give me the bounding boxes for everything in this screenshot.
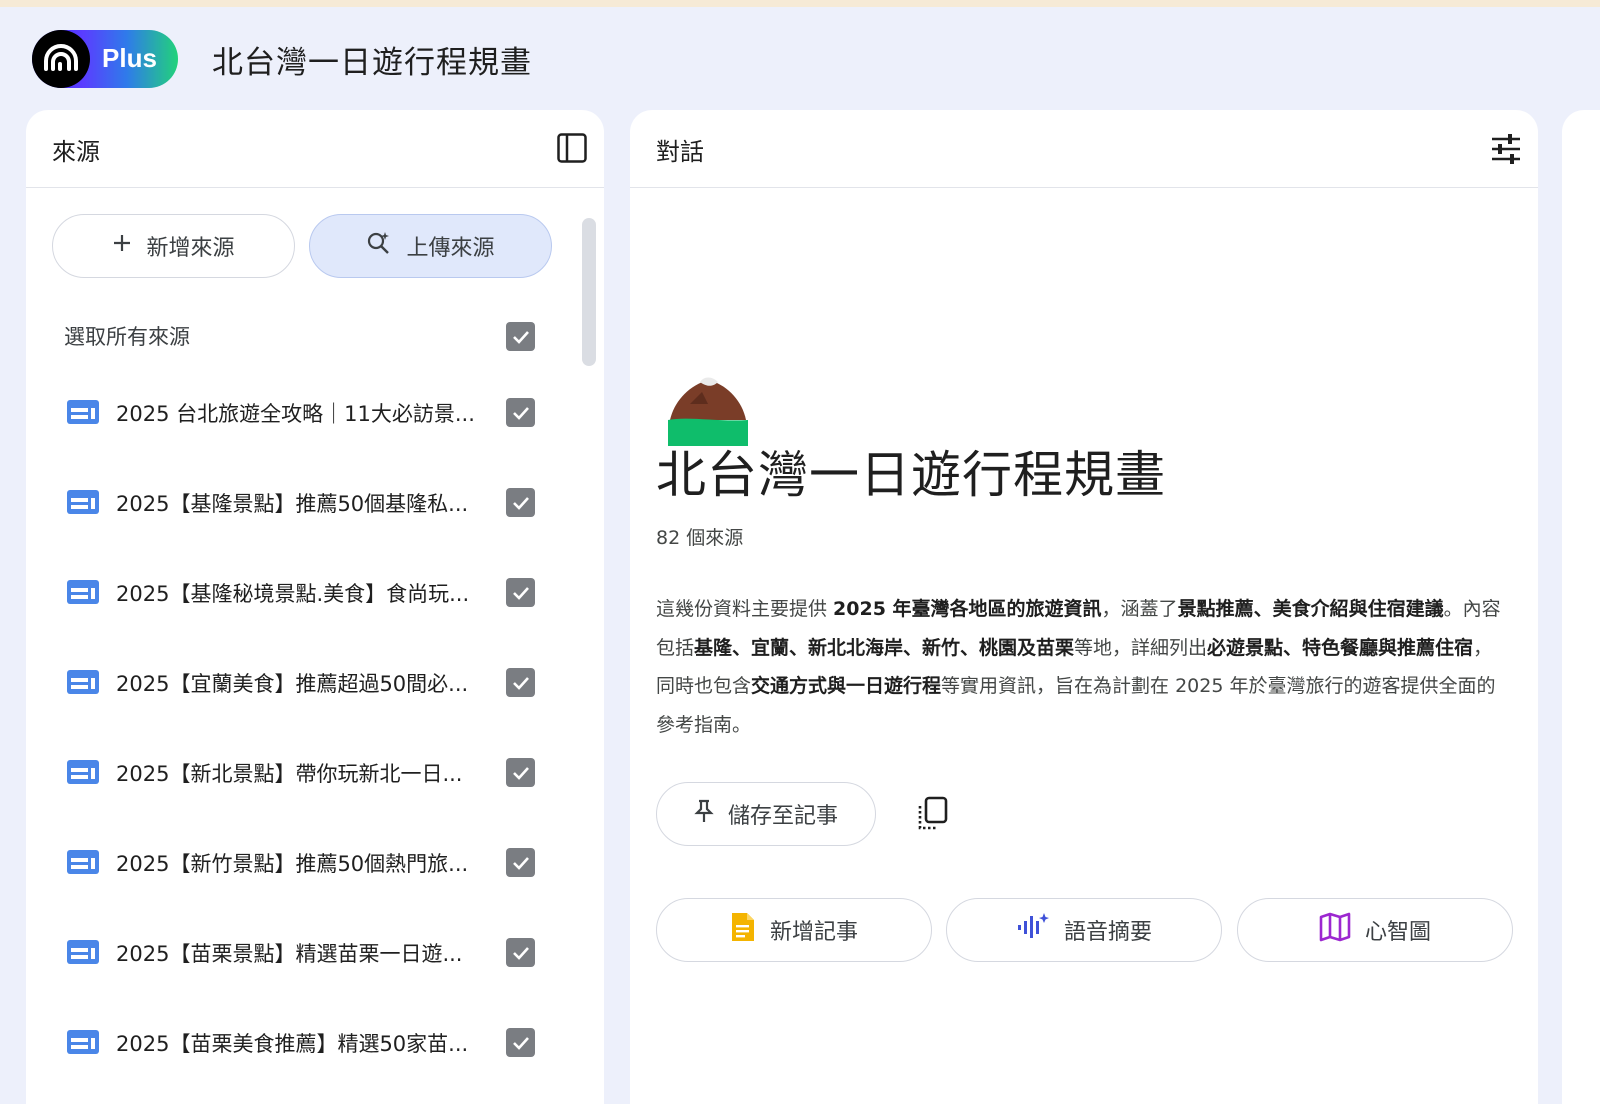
source-count: 82 個來源 xyxy=(656,527,744,549)
source-item[interactable]: 2025【新竹景點】推薦50個熱門旅... xyxy=(26,836,578,892)
source-item-label: 2025【新北景點】帶你玩新北一日... xyxy=(116,762,463,786)
chat-panel-title: 對話 xyxy=(656,138,704,166)
summary-bold-text: 景點推薦、美食介紹與住宿建議 xyxy=(1177,598,1444,620)
source-item-label: 2025【基隆景點】推薦50個基隆私... xyxy=(116,492,469,516)
mind-map-icon xyxy=(1319,912,1351,948)
notebook-summary: 這幾份資料主要提供 2025 年臺灣各地區的旅遊資訊，涵蓋了景點推薦、美食介紹與… xyxy=(656,590,1504,744)
top-accent-bar xyxy=(0,0,1600,7)
pin-icon xyxy=(694,799,714,829)
select-all-label: 選取所有來源 xyxy=(64,325,190,349)
summary-bold-text: 交通方式與一日遊行程 xyxy=(751,675,942,697)
plus-icon xyxy=(112,233,132,259)
audio-icon xyxy=(1016,912,1050,948)
select-all-checkbox[interactable] xyxy=(506,322,535,351)
source-item[interactable]: 2025 台北旅遊全攻略｜11大必訪景... xyxy=(26,386,578,442)
doc-icon xyxy=(66,668,100,696)
add-note-button[interactable]: 新增記事 xyxy=(656,898,932,962)
source-item-label: 2025【宜蘭美食】推薦超過50間必... xyxy=(116,672,469,696)
summary-text: 等地，詳細列出 xyxy=(1074,636,1208,659)
source-item-label: 2025 台北旅遊全攻略｜11大必訪景... xyxy=(116,402,475,426)
source-item-label: 2025【苗栗景點】精選苗栗一日遊... xyxy=(116,942,463,966)
source-item[interactable]: 2025【基隆秘境景點.美食】食尚玩... xyxy=(26,566,578,622)
summary-bold-text: 2025 年臺灣各地區的旅遊資訊 xyxy=(833,598,1102,620)
source-checkbox[interactable] xyxy=(506,758,535,787)
doc-icon xyxy=(66,938,100,966)
summary-text: 這幾份資料主要提供 xyxy=(656,598,834,620)
source-item[interactable]: 2025【宜蘭美食】推薦超過50間必... xyxy=(26,656,578,712)
source-checkbox[interactable] xyxy=(506,848,535,877)
source-checkbox[interactable] xyxy=(506,398,535,427)
audio-overview-button[interactable]: 語音摘要 xyxy=(946,898,1222,962)
source-item[interactable]: 2025【新北景點】帶你玩新北一日... xyxy=(26,746,578,802)
doc-icon xyxy=(66,848,100,876)
notebook-heading: 北台灣一日遊行程規畫 xyxy=(656,446,1166,504)
doc-icon xyxy=(66,758,100,786)
add-note-label: 新增記事 xyxy=(769,920,858,945)
source-checkbox[interactable] xyxy=(506,488,535,517)
doc-icon xyxy=(66,398,100,426)
audio-overview-label: 語音摘要 xyxy=(1063,920,1152,945)
sources-panel-title: 來源 xyxy=(52,138,100,166)
source-item[interactable]: 2025【苗栗景點】精選苗栗一日遊... xyxy=(26,926,578,982)
chat-panel-header: 對話 xyxy=(630,110,1538,188)
source-item-label: 2025【基隆秘境景點.美食】食尚玩... xyxy=(116,582,470,606)
source-checkbox[interactable] xyxy=(506,668,535,697)
source-checkbox[interactable] xyxy=(506,1028,535,1057)
save-to-note-button[interactable]: 儲存至記事 xyxy=(656,782,876,846)
source-item-label: 2025【苗栗美食推薦】精選50家苗... xyxy=(116,1032,469,1056)
upload-source-label: 上傳來源 xyxy=(406,236,495,261)
doc-icon xyxy=(66,1028,100,1056)
source-checkbox[interactable] xyxy=(506,578,535,607)
sources-panel-header: 來源 xyxy=(26,110,604,188)
studio-panel-edge xyxy=(1562,110,1600,1104)
sources-scrollbar[interactable] xyxy=(582,218,596,366)
mind-map-label: 心智圖 xyxy=(1364,920,1431,945)
summary-text: ，涵蓋了 xyxy=(1101,598,1178,620)
doc-icon xyxy=(66,578,100,606)
copy-icon[interactable] xyxy=(916,796,950,832)
doc-icon xyxy=(66,488,100,516)
upload-source-button[interactable]: 上傳來源 xyxy=(309,214,552,278)
source-item[interactable]: 2025【苗栗美食推薦】精選50家苗... xyxy=(26,1016,578,1072)
tune-settings-icon[interactable] xyxy=(1490,134,1522,166)
add-source-button[interactable]: 新增來源 xyxy=(52,214,295,278)
notebook-title[interactable]: 北台灣一日遊行程規畫 xyxy=(212,37,532,82)
app-header: Plus 北台灣一日遊行程規畫 xyxy=(0,7,1600,107)
mind-map-button[interactable]: 心智圖 xyxy=(1237,898,1513,962)
note-icon xyxy=(730,911,756,949)
source-checkbox[interactable] xyxy=(506,938,535,967)
search-spark-icon xyxy=(366,230,392,262)
notebook-logo-icon xyxy=(32,30,90,88)
summary-bold-text: 必遊景點、特色餐廳與推薦住宿 xyxy=(1207,636,1474,659)
collapse-panel-icon[interactable] xyxy=(556,132,588,164)
plus-badge-label: Plus xyxy=(102,43,157,73)
source-item[interactable]: 2025【基隆景點】推薦50個基隆私... xyxy=(26,476,578,532)
save-to-note-label: 儲存至記事 xyxy=(727,804,838,829)
plus-logo[interactable]: Plus xyxy=(32,30,178,88)
add-source-label: 新增來源 xyxy=(146,236,235,261)
source-item-label: 2025【新竹景點】推薦50個熱門旅... xyxy=(116,852,469,876)
summary-bold-text: 基隆、宜蘭、新北北海岸、新竹、桃園及苗栗 xyxy=(694,636,1075,659)
